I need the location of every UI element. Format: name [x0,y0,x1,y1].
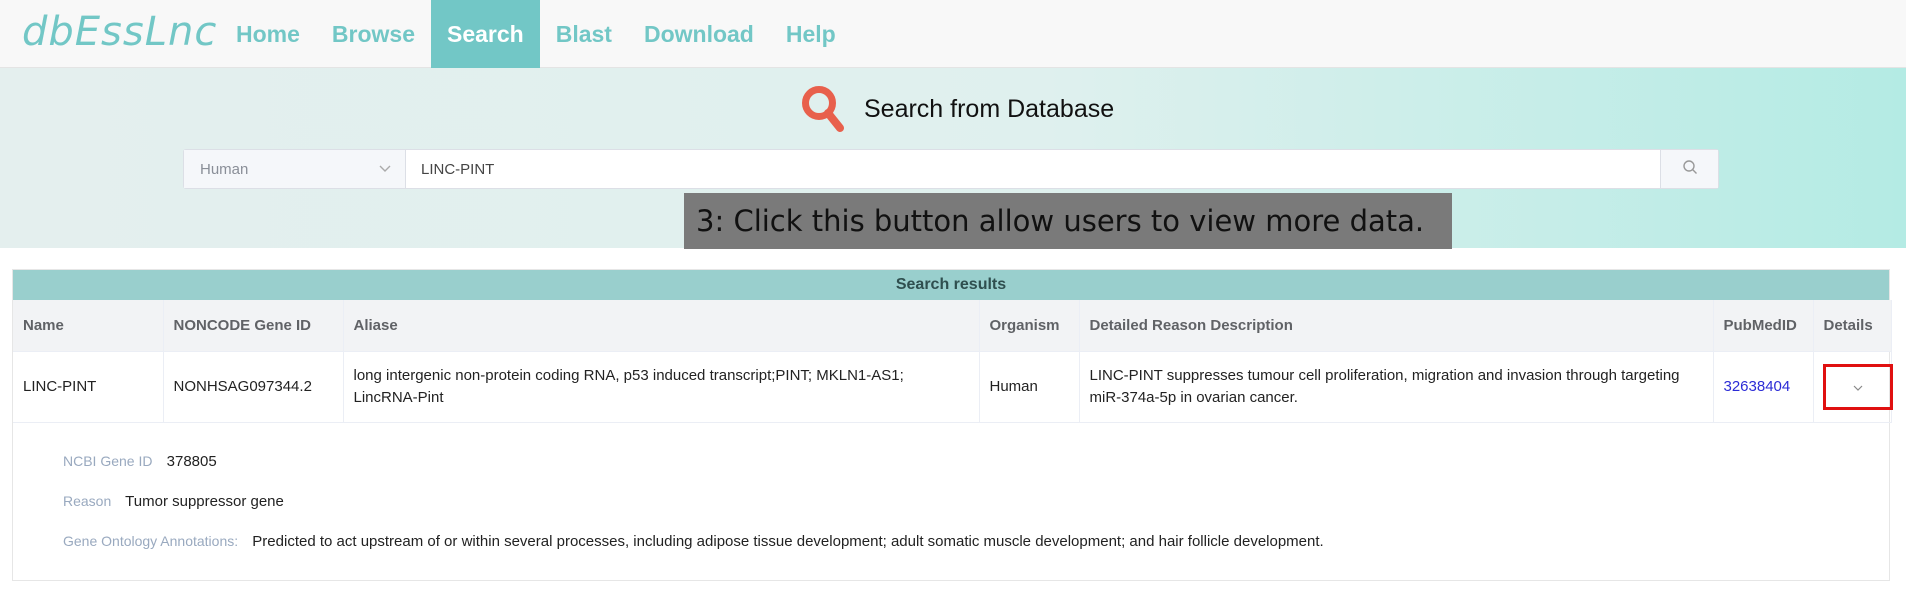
detail-ncbi: NCBI Gene ID 378805 [63,453,1889,474]
col-details: Details [1813,300,1892,352]
expanded-details: NCBI Gene ID 378805 Reason Tumor suppres… [13,423,1889,554]
reason-label: Reason [63,492,112,509]
expand-details-button[interactable] [1822,363,1893,410]
nav-home[interactable]: Home [220,0,316,68]
search-button[interactable] [1660,150,1718,188]
top-navbar: dbEssLnc Home Browse Search Blast Downlo… [0,0,1906,68]
col-name: Name [13,300,164,352]
ncbi-label: NCBI Gene ID [63,452,153,469]
go-value: Predicted to act upstream of or within s… [252,532,1324,550]
col-aliase: Aliase [343,300,980,352]
reason-value: Tumor suppressor gene [125,492,284,510]
col-pubmed: PubMedID [1713,300,1814,352]
cell-aliase: long intergenic non-protein coding RNA, … [343,351,980,423]
hero-title: Search from Database [864,94,1115,123]
species-value: Human [200,160,249,178]
hero-heading: Search from Database [800,84,1114,134]
species-select[interactable]: Human [184,150,406,188]
search-results-panel: Search results Name NONCODE Gene ID Alia… [12,269,1893,581]
nav-search[interactable]: Search [431,0,540,68]
nav-blast[interactable]: Blast [540,0,628,68]
search-hero: Search from Database Human 3: Click this… [0,68,1906,249]
nav-browse[interactable]: Browse [316,0,431,68]
main-nav: Home Browse Search Blast Download Help [220,0,852,68]
table-row: LINC-PINT NONHSAG097344.2 long intergeni… [13,351,1893,423]
go-label: Gene Ontology Annotations: [63,532,239,549]
detail-reason: Reason Tumor suppressor gene [63,493,1889,514]
pubmed-link[interactable]: 32638404 [1713,351,1814,423]
cell-noncode-id: NONHSAG097344.2 [163,351,344,423]
search-icon [1682,159,1698,180]
tutorial-annotation: 3: Click this button allow users to view… [684,193,1452,249]
nav-help[interactable]: Help [770,0,852,68]
col-description: Detailed Reason Description [1079,300,1714,352]
col-organism: Organism [979,300,1080,352]
nav-download[interactable]: Download [628,0,770,68]
results-title: Search results [13,270,1889,300]
chevron-down-icon [1853,376,1863,398]
col-noncode-id: NONCODE Gene ID [163,300,344,352]
results-table: Name NONCODE Gene ID Aliase Organism Det… [13,300,1893,423]
table-header-row: Name NONCODE Gene ID Aliase Organism Det… [13,300,1892,352]
cell-name: LINC-PINT [13,351,164,423]
detail-go: Gene Ontology Annotations: Predicted to … [63,533,1889,554]
magnifier-logo-icon [800,84,846,134]
search-bar: Human [183,149,1719,189]
ncbi-value: 378805 [166,452,217,470]
cell-description: LINC-PINT suppresses tumour cell prolife… [1079,351,1714,423]
cell-organism: Human [979,351,1080,423]
search-input[interactable] [406,150,1660,188]
chevron-down-icon [379,162,391,176]
site-logo[interactable]: dbEssLnc [22,10,217,54]
cell-details [1813,351,1893,423]
